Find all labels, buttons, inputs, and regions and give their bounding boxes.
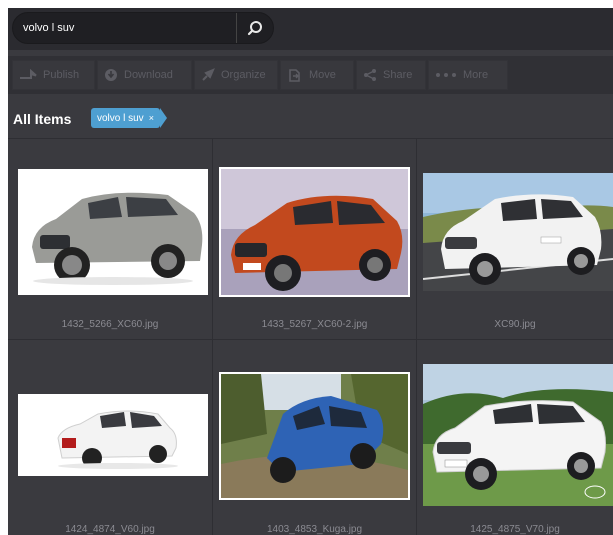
thumbnail-xc60[interactable] <box>18 169 208 295</box>
more-icon <box>436 73 456 77</box>
filename-label: 1432_5266_XC60.jpg <box>61 319 159 330</box>
move-button[interactable]: Move <box>280 60 354 90</box>
filename-label: 1403_4853_Kuga.jpg <box>266 524 363 535</box>
more-label: More <box>463 69 489 81</box>
car-image <box>423 173 613 291</box>
publish-button[interactable]: Publish <box>12 60 95 90</box>
search-icon <box>247 21 262 36</box>
search-filter-tag[interactable]: volvo l suv × <box>91 108 167 128</box>
filter-tag-label: volvo l suv <box>97 112 144 124</box>
car-image <box>32 192 203 285</box>
thumbnail-v70[interactable] <box>423 364 613 506</box>
grid-item[interactable]: 1432_5266_XC60.jpg <box>8 139 213 340</box>
thumbnail-kuga[interactable] <box>219 372 410 500</box>
remove-tag-icon[interactable]: × <box>149 113 154 123</box>
organize-label: Organize <box>221 69 266 81</box>
move-label: Move <box>309 69 336 81</box>
filename-label: 1425_4875_V70.jpg <box>470 524 560 535</box>
organize-button[interactable]: Organize <box>194 60 278 90</box>
publish-arrow-icon <box>20 69 37 79</box>
share-button[interactable]: Share <box>356 60 426 90</box>
search-button[interactable] <box>236 13 273 43</box>
download-button[interactable]: Download <box>97 60 192 90</box>
filename-label: 1424_4874_V60.jpg <box>65 524 155 535</box>
move-icon <box>289 69 300 82</box>
thumbnail-xc90[interactable] <box>423 173 613 291</box>
more-button[interactable]: More <box>428 60 508 90</box>
all-items-title: All Items <box>13 111 72 127</box>
grid-item[interactable]: 1425_4875_V70.jpg <box>417 340 613 535</box>
asset-library-app: Publish Download Organize Move <box>8 8 613 535</box>
grid-item[interactable]: 1433_5267_XC60-2.jpg <box>213 139 417 340</box>
thumbnail-xc60-2[interactable] <box>219 167 410 297</box>
thumbnail-v60[interactable] <box>18 394 208 476</box>
share-label: Share <box>383 69 413 81</box>
grid-item[interactable]: 1424_4874_V60.jpg <box>8 340 213 535</box>
car-image <box>221 374 408 498</box>
download-icon <box>105 69 117 81</box>
car-image <box>221 169 408 295</box>
filename-label: XC90.jpg <box>494 319 536 330</box>
car-image <box>57 410 178 469</box>
action-toolbar: Publish Download Organize Move Share Mor… <box>8 56 613 94</box>
search-box <box>12 12 274 44</box>
share-icon <box>364 69 376 81</box>
car-image <box>423 364 613 506</box>
search-input[interactable] <box>19 18 245 38</box>
filename-label: 1433_5267_XC60-2.jpg <box>261 319 368 330</box>
grid-item[interactable]: XC90.jpg <box>417 139 613 340</box>
search-bar <box>8 8 613 50</box>
organize-icon <box>202 68 215 81</box>
download-label: Download <box>124 69 173 81</box>
asset-grid: 1432_5266_XC60.jpg 1433_5267_XC60-2.jpg … <box>8 138 613 535</box>
publish-label: Publish <box>43 69 80 81</box>
filter-row: All Items volvo l suv × <box>8 104 613 134</box>
grid-item[interactable]: 1403_4853_Kuga.jpg <box>213 340 417 535</box>
